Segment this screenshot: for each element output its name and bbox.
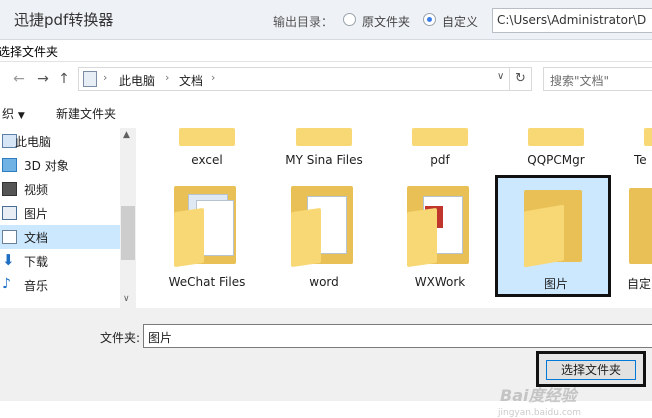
folder-item[interactable]: pdf <box>385 128 495 168</box>
radio-source-folder[interactable] <box>343 13 356 26</box>
chevron-right-icon[interactable]: › <box>165 71 169 84</box>
sidebar-item-label: 文档 <box>24 231 49 245</box>
folder-icon <box>528 128 584 146</box>
scroll-up-icon[interactable]: ▲ <box>123 130 130 140</box>
navigation-pane: 此电脑 3D 对象 视频 图片 文档 ⬇ 下载 ♪ 音乐 ▲ ∨ <box>0 128 136 308</box>
folder-name: WXWork <box>414 275 466 289</box>
output-directory-label: 输出目录： <box>273 15 334 29</box>
folder-item[interactable]: word <box>269 180 379 295</box>
folder-name: pdf <box>430 153 450 167</box>
chevron-right-icon[interactable]: › <box>103 71 107 84</box>
baidu-watermark: Bai度经验 <box>500 386 577 405</box>
radio-source-folder-label[interactable]: 原文件夹 <box>362 13 410 30</box>
folder-name: MY Sina Files <box>285 153 363 167</box>
select-folder-button-label: 选择文件夹 <box>546 360 636 380</box>
folder-item[interactable]: QQPCMgr <box>501 128 611 168</box>
command-bar: 织 ▼ 新建文件夹 <box>0 100 652 128</box>
sidebar-item-documents[interactable]: 文档 <box>0 225 120 249</box>
dialog-titlebar: 选择文件夹 <box>0 40 652 62</box>
music-icon: ♪ <box>2 276 11 292</box>
app-title: 迅捷pdf转换器 <box>14 11 114 29</box>
folder-name: 图片 <box>543 277 568 291</box>
dialog-title: 选择文件夹 <box>0 45 59 59</box>
folder-icon <box>629 188 652 264</box>
sidebar-item-label: 图片 <box>24 207 49 221</box>
folder-field-label: 文件夹: <box>100 331 141 345</box>
folder-icon <box>179 128 235 146</box>
folder-name-input[interactable]: 图片 <box>143 324 652 348</box>
folder-item[interactable]: WXWork <box>385 180 495 295</box>
sidebar-item-this-pc[interactable]: 此电脑 <box>0 129 120 153</box>
search-input[interactable]: 搜索"文档" <box>543 67 652 91</box>
select-folder-dialog: 选择文件夹 ← → ↑ › 此电脑 › 文档 › ∨ ↻ 搜索"文档" 织 ▼ … <box>0 40 652 418</box>
sidebar-item-pictures[interactable]: 图片 <box>0 201 120 225</box>
folder-name: Te <box>634 153 647 167</box>
folder-name: QQPCMgr <box>527 153 585 167</box>
folder-name: word <box>309 275 339 289</box>
sidebar-item-3d-objects[interactable]: 3D 对象 <box>0 153 120 177</box>
chevron-down-icon[interactable]: ∨ <box>497 71 504 82</box>
video-icon <box>2 182 17 196</box>
dialog-footer: 文件夹: 图片 选择文件夹 Bai度经验 jingyan.baidu.com <box>0 308 652 418</box>
organize-menu[interactable]: 织 ▼ <box>2 105 25 122</box>
folder-item-selected[interactable]: 图片 <box>501 180 611 295</box>
folder-name: excel <box>191 153 223 167</box>
address-bar[interactable]: › 此电脑 › 文档 › ∨ <box>78 67 510 91</box>
folder-item[interactable]: 自定 <box>617 180 652 295</box>
sidebar-item-label: 下载 <box>24 255 49 269</box>
folder-icon <box>407 207 437 268</box>
folder-icon <box>524 204 564 268</box>
cube-icon <box>2 158 17 172</box>
app-header: 迅捷pdf转换器 输出目录： 原文件夹 自定义 C:\Users\Adminis… <box>0 0 652 40</box>
breadcrumb-documents[interactable]: 文档 <box>179 72 203 89</box>
navigation-bar: ← → ↑ › 此电脑 › 文档 › ∨ ↻ 搜索"文档" <box>0 64 652 94</box>
sidebar-scrollbar[interactable]: ▲ ∨ <box>120 128 136 308</box>
sidebar-item-downloads[interactable]: ⬇ 下载 <box>0 249 120 273</box>
baidu-watermark-url: jingyan.baidu.com <box>498 408 582 418</box>
folder-item[interactable]: MY Sina Files <box>269 128 379 168</box>
sidebar-item-label: 音乐 <box>24 279 49 293</box>
sidebar-item-label: 3D 对象 <box>24 159 69 173</box>
output-path-input[interactable]: C:\Users\Administrator\D <box>492 8 652 33</box>
picture-icon <box>2 206 17 220</box>
recent-locations-icon[interactable] <box>33 71 51 89</box>
scrollbar-thumb[interactable] <box>121 206 135 260</box>
download-icon: ⬇ <box>2 251 15 269</box>
folder-item[interactable]: Te <box>617 128 652 168</box>
folder-name: WeChat Files <box>168 275 246 289</box>
computer-icon <box>83 71 97 87</box>
sidebar-item-videos[interactable]: 视频 <box>0 177 120 201</box>
radio-custom-folder[interactable] <box>423 13 436 26</box>
folder-item[interactable]: excel <box>152 128 262 168</box>
folder-icon <box>296 128 352 146</box>
folder-view: excel MY Sina Files pdf QQPCMgr Te WeCha… <box>137 128 652 308</box>
document-icon <box>2 230 17 244</box>
refresh-icon[interactable]: ↻ <box>510 67 532 91</box>
scroll-down-icon[interactable]: ∨ <box>123 294 130 304</box>
breadcrumb-this-pc[interactable]: 此电脑 <box>119 72 155 89</box>
back-arrow-icon[interactable]: ← <box>10 70 28 88</box>
sidebar-item-music[interactable]: ♪ 音乐 <box>0 273 120 297</box>
radio-custom-folder-label[interactable]: 自定义 <box>442 13 478 30</box>
organize-label: 织 <box>2 107 15 121</box>
new-folder-button[interactable]: 新建文件夹 <box>56 105 116 122</box>
sidebar-item-label: 此电脑 <box>15 135 52 149</box>
folder-icon <box>412 128 468 146</box>
folder-icon <box>291 207 321 268</box>
up-arrow-icon[interactable]: ↑ <box>55 70 73 88</box>
folder-icon <box>174 207 204 268</box>
folder-item[interactable]: WeChat Files <box>152 180 262 295</box>
sidebar-item-label: 视频 <box>24 183 49 197</box>
folder-icon <box>644 128 652 146</box>
chevron-right-icon[interactable]: › <box>211 71 215 84</box>
folder-name: 自定 <box>627 277 652 291</box>
dropdown-triangle-icon: ▼ <box>17 111 25 121</box>
